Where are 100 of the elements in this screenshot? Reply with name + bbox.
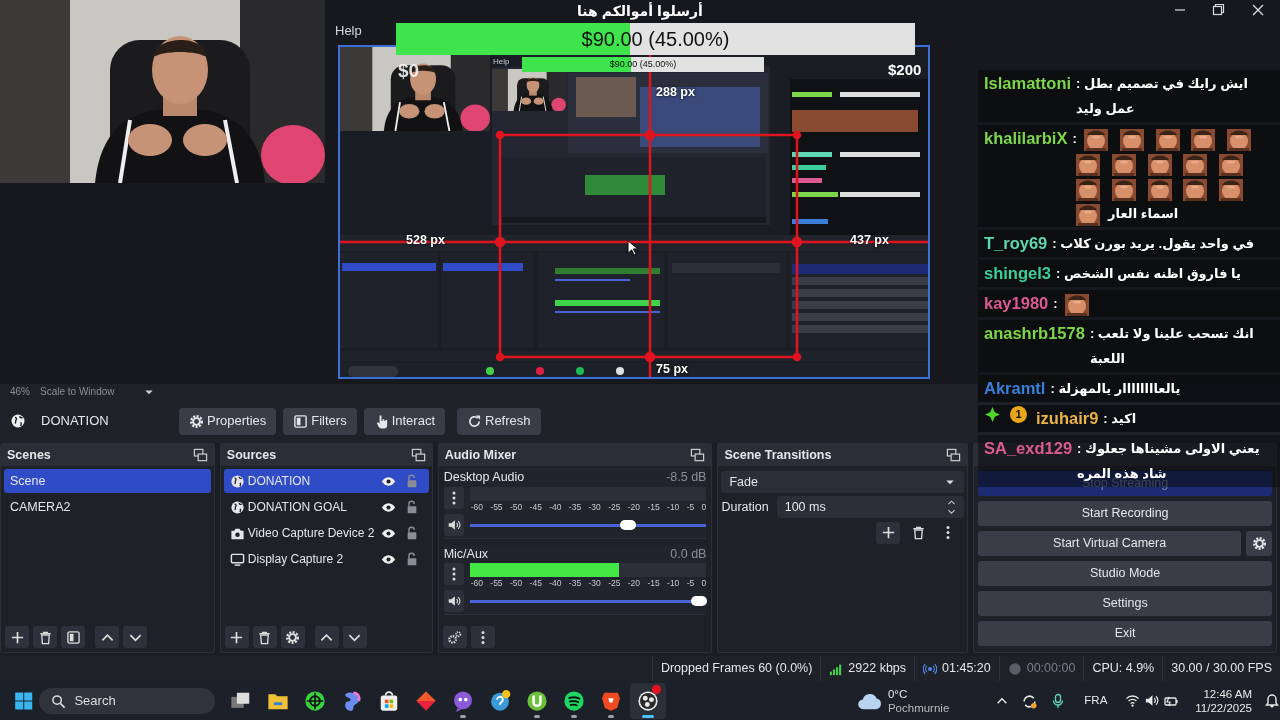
channel-name: Mic/Aux (443, 545, 489, 563)
menu-item[interactable]: Help (335, 21, 362, 41)
add-button[interactable] (224, 626, 249, 648)
volume-slider[interactable] (469, 518, 707, 531)
control-button[interactable]: Start Virtual Camera (978, 531, 1241, 556)
refresh-icon (467, 413, 482, 429)
source-item[interactable]: Display Capture 2 (223, 547, 429, 571)
donation-title: أرسلوا أموالكم هنا (577, 3, 703, 19)
chat-username: izuhair9 (1036, 408, 1099, 429)
scale-label: -50 (509, 500, 523, 514)
undock-icon[interactable] (946, 447, 962, 463)
chat-message: : يالعاااااااار يالمهزلة (1050, 381, 1181, 396)
menu-button[interactable] (470, 626, 495, 648)
scene-item[interactable]: Scene (4, 469, 211, 493)
gear-button[interactable]: Properties (179, 407, 277, 435)
mute-button[interactable] (443, 513, 464, 536)
scale-label: -15 (647, 500, 660, 514)
close-icon[interactable] (1250, 2, 1266, 18)
filter-button[interactable]: Filters (283, 407, 357, 435)
menu-button[interactable] (443, 563, 464, 586)
clock-date[interactable]: 11/22/2025 (1195, 701, 1252, 715)
source-item[interactable]: Video Capture Device 2 (223, 521, 429, 545)
clock-time[interactable]: 12:46 AM (1203, 687, 1252, 701)
record-time: 00:00:00 (1026, 660, 1076, 678)
scale-label: -20 (627, 500, 641, 514)
mouse-cursor-icon (627, 240, 638, 256)
scale-dropdown[interactable]: Scale to Window (40, 384, 155, 399)
move-down-button[interactable] (123, 626, 147, 648)
remove-button[interactable] (33, 626, 57, 648)
scale-label: -60 (470, 500, 483, 514)
maximize-icon[interactable] (1210, 2, 1226, 18)
mute-button[interactable] (443, 590, 464, 612)
dock-title: Audio Mixer (444, 446, 517, 464)
source-item[interactable]: DONATION GOAL (223, 495, 429, 519)
chat-message: : انك تسحب علينا ولا تلعب اللعبة (1089, 326, 1254, 366)
chat-username: T_roy69 (984, 233, 1048, 254)
dropped-frames-label: Dropped Frames 60 (0.0%) (660, 660, 813, 678)
scale-label: -50 (509, 577, 523, 590)
chat-username: SA_exd129 (984, 438, 1073, 459)
scale-label: -55 (490, 500, 503, 514)
diamond-badge-icon (984, 406, 1001, 423)
scale-label: -10 (667, 500, 680, 514)
scale-label: -35 (568, 500, 582, 514)
control-button[interactable]: Studio Mode (978, 561, 1272, 586)
windows-start-icon[interactable] (14, 691, 34, 711)
search-field[interactable]: Search (39, 688, 215, 714)
chat-message: : في واحد يقول. يريد بورن كلاب (1052, 236, 1255, 251)
duration-field[interactable]: 100 ms (776, 496, 965, 519)
volume-icon[interactable] (1144, 693, 1160, 708)
remove-button[interactable] (252, 626, 277, 648)
plus-icon (9, 629, 25, 645)
bitrate-label: 2922 kbps (848, 660, 907, 678)
temperature: 0°C (887, 687, 909, 701)
wifi-icon[interactable] (1125, 693, 1141, 708)
scale-label: -5 (686, 500, 695, 514)
move-down-button[interactable] (342, 626, 367, 648)
scale-label: -10 (667, 577, 680, 590)
scale-label: -30 (588, 577, 601, 590)
menu-button[interactable] (443, 486, 464, 509)
trash-icon (257, 629, 273, 645)
control-button[interactable]: Settings (978, 591, 1272, 616)
volume-reading: -8.5 dB (666, 469, 707, 486)
add-button[interactable] (876, 521, 901, 544)
settings-button[interactable] (280, 626, 305, 648)
torrent-icon (525, 690, 548, 712)
chevron-down-icon[interactable] (947, 507, 957, 517)
lion-shield-icon (599, 690, 622, 712)
chat-username: anashrb1578 (984, 323, 1085, 344)
slider-thumb[interactable] (691, 596, 708, 606)
scale-label: -20 (627, 577, 641, 590)
virtual-camera-settings-button[interactable] (1246, 531, 1272, 556)
refresh-button[interactable]: Refresh (457, 407, 541, 435)
scale-label: -45 (529, 500, 542, 514)
slider-thumb[interactable] (620, 519, 637, 530)
source-item[interactable]: DONATION (223, 469, 429, 493)
hand-button[interactable]: Interact (363, 407, 445, 435)
sync-icon[interactable] (1021, 692, 1039, 710)
goal-start-label: $0 (398, 59, 420, 83)
undock-icon[interactable] (690, 447, 706, 463)
undock-icon[interactable] (410, 447, 426, 463)
add-button[interactable] (5, 626, 29, 648)
taskbar-app[interactable] (629, 683, 666, 719)
filter-button[interactable] (61, 626, 85, 648)
transition-dropdown[interactable]: Fade (721, 471, 965, 493)
control-button[interactable]: Exit (978, 621, 1272, 646)
advanced-settings-button[interactable] (442, 626, 467, 648)
move-up-button[interactable] (95, 626, 119, 648)
chat-username: kay1980 (984, 293, 1049, 314)
move-up-button[interactable] (314, 626, 339, 648)
broadcast-icon (923, 661, 938, 676)
undock-icon[interactable] (192, 447, 208, 463)
source-label: DONATION GOAL (247, 499, 348, 516)
volume-slider[interactable] (469, 595, 707, 607)
volume-reading: 0.0 dB (670, 545, 707, 563)
notification-bell-icon[interactable] (1264, 693, 1280, 709)
scene-item[interactable]: CAMERA2 (4, 495, 211, 519)
search-icon (51, 693, 67, 709)
control-button[interactable]: Start Recording (978, 501, 1272, 526)
language-indicator[interactable]: FRA (1084, 692, 1108, 710)
scale-label: -15 (647, 577, 660, 590)
